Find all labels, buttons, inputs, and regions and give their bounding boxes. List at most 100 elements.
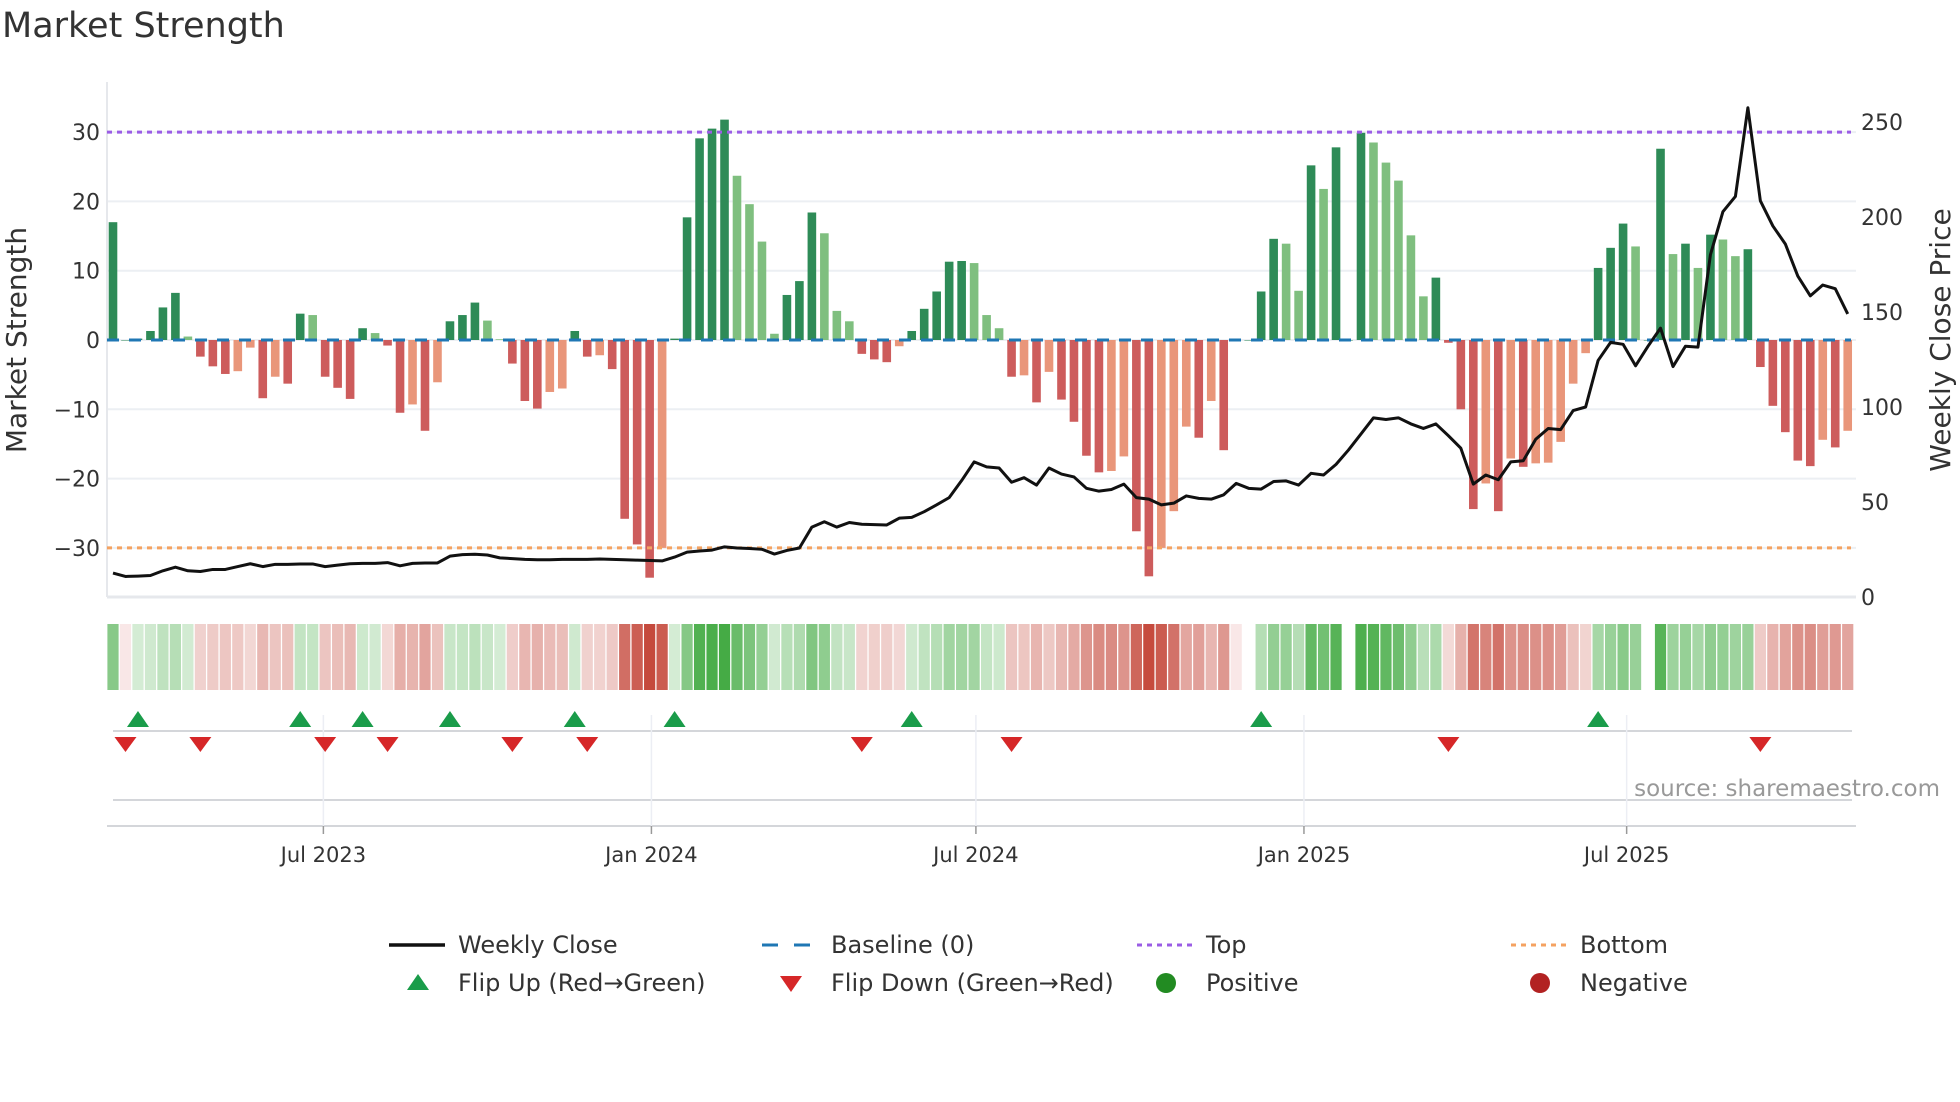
strength-bar (1206, 340, 1216, 401)
y-tick-label: 0 (86, 329, 100, 354)
strength-bar (221, 340, 230, 374)
strength-bar (1718, 239, 1728, 340)
strength-strip-cell (169, 624, 181, 690)
strength-strip-cell (1542, 624, 1554, 690)
strength-strip-cell (1717, 624, 1729, 690)
strength-strip-cell (1355, 624, 1367, 690)
strength-strip-cell (1605, 624, 1617, 690)
y-tick-label: −20 (54, 468, 100, 493)
strength-strip-cell (743, 624, 756, 690)
strength-bar (1157, 340, 1166, 548)
strength-strip-cell (718, 624, 731, 690)
strength-bar (1019, 340, 1029, 376)
strength-bar (1082, 340, 1091, 456)
strength-strip-cell (1405, 624, 1417, 690)
strength-strip-cell (219, 624, 231, 690)
y-tick-label: 30 (72, 121, 100, 146)
strength-strip-cell (182, 624, 194, 690)
strength-strip-cell (1492, 624, 1504, 690)
strength-bar (595, 340, 605, 356)
strength-bar (757, 241, 767, 340)
strength-strip-cell (1792, 624, 1804, 690)
date-tick-label: Jul 2025 (1582, 843, 1669, 867)
y-right-tick-label: 0 (1861, 586, 1875, 611)
strength-strip-cell (1517, 624, 1529, 690)
strength-bar (1843, 340, 1853, 431)
strength-strip-cell (644, 624, 656, 690)
flip-down-marker (576, 737, 599, 752)
y-right-tick-label: 250 (1861, 111, 1903, 136)
strength-strip-cell (481, 624, 493, 690)
circle-icon (1530, 973, 1550, 993)
strength-strip-cell (656, 624, 668, 690)
strength-strip-cell (269, 624, 281, 690)
strength-strip-cell (581, 624, 593, 690)
strength-strip-cell (793, 624, 805, 690)
strength-strip-cell (1130, 624, 1142, 690)
strength-bar (1281, 243, 1291, 340)
strength-bar (919, 308, 929, 340)
strength-bar (1568, 340, 1578, 384)
legend-label: Negative (1580, 969, 1688, 997)
strength-strip-cell (981, 624, 993, 690)
strength-strip-cell (394, 624, 406, 690)
strength-bar (632, 340, 642, 545)
strength-strip-cell (1679, 624, 1692, 690)
strength-bar (121, 340, 130, 341)
strength-strip-cell (1455, 624, 1467, 690)
strength-bar (1618, 223, 1628, 340)
flip-down-marker (1749, 737, 1772, 752)
flip-up-marker (563, 711, 586, 727)
strength-bar (1743, 249, 1753, 340)
strength-strip-cell (943, 624, 955, 690)
strength-bar (420, 340, 430, 431)
legend-item-baseline-0: Baseline (0) (762, 931, 974, 959)
strength-strip-cell (1580, 624, 1592, 690)
strength-strip-cell (494, 624, 506, 690)
strength-strip-cell (843, 624, 855, 690)
strength-bar (820, 233, 829, 340)
date-tick-label: Jan 2025 (1256, 843, 1351, 867)
strength-strip-cell (456, 624, 469, 690)
strength-bar (1394, 180, 1403, 340)
strength-bar (1219, 340, 1229, 451)
strength-bar (1493, 340, 1503, 512)
strength-bar (1419, 296, 1428, 340)
strength-strip-cell (1829, 624, 1841, 690)
strength-bar (1369, 142, 1378, 340)
strength-bar (1581, 340, 1590, 354)
strength-bar (320, 340, 330, 377)
strength-bar (1032, 340, 1041, 403)
strength-bar (108, 222, 118, 340)
flip-up-marker (289, 711, 312, 727)
legend-label: Top (1205, 931, 1247, 959)
flip-down-marker (114, 737, 137, 752)
strength-strip-cell (1255, 624, 1267, 690)
strength-strip-cell (956, 624, 968, 690)
strength-bar (1331, 147, 1341, 340)
strength-strip-cell (307, 624, 319, 690)
strength-bar (295, 313, 305, 340)
strength-bar (283, 340, 293, 384)
strength-bar (158, 307, 168, 340)
strength-bar (1094, 340, 1104, 473)
strength-bar (695, 138, 704, 340)
strength-strip-cell (244, 624, 256, 690)
strength-strip-cell (993, 624, 1005, 690)
legend-label: Baseline (0) (831, 931, 974, 959)
strength-strip-cell (1330, 624, 1342, 690)
strength-strip-cell (144, 624, 157, 690)
strength-strip-cell (606, 624, 618, 690)
strength-bar (1381, 162, 1391, 340)
strength-strip-cell (1230, 624, 1242, 690)
circle-icon (1156, 973, 1176, 993)
strength-strip-cell (1205, 624, 1217, 690)
strength-strip-cell (1268, 624, 1280, 690)
strength-strip-cell (1305, 624, 1317, 690)
strength-bar (795, 281, 804, 340)
date-tick-label: Jul 2023 (279, 843, 366, 867)
strength-strip-cell (531, 624, 543, 690)
market-strength-chart: 3020100−10−20−30250200150100500Market St… (0, 82, 1957, 997)
strength-bar (557, 340, 567, 389)
strength-strip-cell (594, 624, 606, 690)
